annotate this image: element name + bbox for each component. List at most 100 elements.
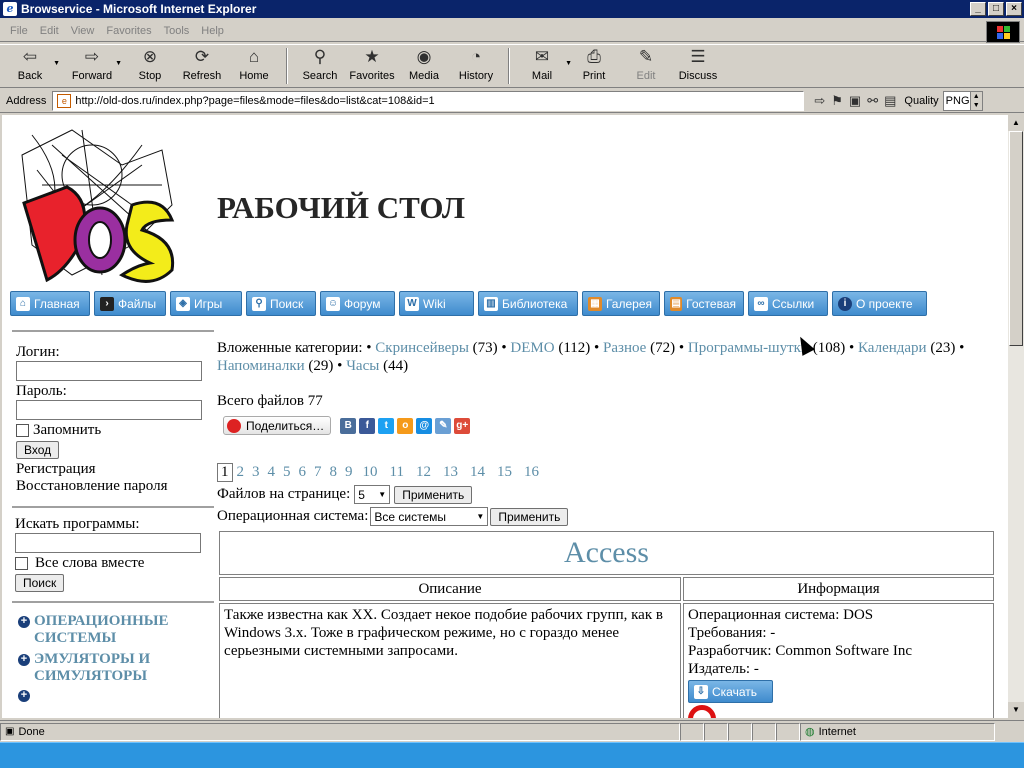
discuss-button[interactable]: ☰ Discuss <box>672 46 724 86</box>
nav-games[interactable]: ◈ Игры <box>170 291 242 316</box>
page-link[interactable]: 7 <box>310 464 326 481</box>
per-page-select[interactable]: 5 ▼ <box>354 485 391 504</box>
menu-edit[interactable]: Edit <box>34 25 65 37</box>
address-input[interactable]: e http://old-dos.ru/index.php?page=files… <box>52 90 805 111</box>
refresh-button[interactable]: ⟳ Refresh <box>176 46 228 86</box>
scroll-up-icon[interactable]: ▲ <box>1008 115 1024 131</box>
download-button[interactable]: ⇩ Скачать <box>688 680 773 703</box>
register-link[interactable]: Регистрация <box>16 461 214 478</box>
page-link[interactable]: 14 <box>464 464 491 481</box>
mailru-icon[interactable]: @ <box>416 417 433 434</box>
search-input[interactable] <box>15 533 201 553</box>
nav-files[interactable]: › Файлы <box>94 291 166 316</box>
binoculars-icon[interactable]: ⚯ <box>867 93 878 109</box>
bookmark-icon[interactable]: ⚑ <box>831 93 843 109</box>
subcat-link[interactable]: Напоминалки <box>217 358 305 374</box>
page-link[interactable]: 12 <box>410 464 437 481</box>
favorites-button[interactable]: ★ Favorites <box>346 46 398 86</box>
page-link[interactable]: 9 <box>341 464 357 481</box>
password-input[interactable] <box>16 400 202 420</box>
subcat-link[interactable]: Программы-шутки <box>688 340 809 356</box>
page-link-current[interactable]: 1 <box>217 463 233 482</box>
link-icon: ∞ <box>754 296 768 311</box>
category-emulators[interactable]: + ЭМУЛЯТОРЫ И СИМУЛЯТОРЫ <box>18 651 214 685</box>
category-next[interactable]: + <box>18 687 214 702</box>
subcat-link[interactable]: Календари <box>858 340 927 356</box>
page-link[interactable]: 16 <box>518 464 545 481</box>
login-button[interactable]: Вход <box>16 441 60 459</box>
menu-favorites[interactable]: Favorites <box>100 25 157 37</box>
search-button[interactable]: Поиск <box>15 574 65 592</box>
page-link[interactable]: 4 <box>264 464 280 481</box>
menu-view[interactable]: View <box>65 25 101 37</box>
subcat-link[interactable]: Скринсейверы <box>375 340 469 356</box>
nav-links[interactable]: ∞ Ссылки <box>748 291 828 316</box>
page-link[interactable]: 6 <box>295 464 311 481</box>
page-link[interactable]: 5 <box>279 464 295 481</box>
forward-button[interactable]: ⇨ Forward ▼ <box>66 46 122 86</box>
nav-wiki[interactable]: W Wiki <box>399 291 474 316</box>
close-button[interactable]: × <box>1006 2 1022 16</box>
os-filter-select[interactable]: Все системы ▼ <box>370 507 489 526</box>
page-link[interactable]: 8 <box>326 464 342 481</box>
maximize-button[interactable]: □ <box>988 2 1004 16</box>
page-link[interactable]: 15 <box>491 464 518 481</box>
subcat-link[interactable]: Часы <box>346 358 379 374</box>
remember-checkbox[interactable] <box>16 424 29 437</box>
livejournal-icon[interactable]: ✎ <box>435 417 452 434</box>
mail-button[interactable]: ✉ Mail ▼ <box>516 46 572 86</box>
login-input[interactable] <box>16 361 202 381</box>
vk-icon[interactable]: B <box>340 417 357 434</box>
media-button[interactable]: ◉ Media <box>398 46 450 86</box>
per-page-apply-button[interactable]: Применить <box>394 485 473 504</box>
print-button[interactable]: ⎙ Print <box>568 46 620 86</box>
page-view-icon[interactable]: ▣ <box>849 93 861 109</box>
go-arrow-icon[interactable]: ⇨ <box>814 93 825 109</box>
file-name[interactable]: Access <box>219 531 994 575</box>
share-button[interactable]: Поделиться… <box>223 416 332 435</box>
quality-spinner-icon[interactable]: ▲ ▼ <box>969 91 982 110</box>
facebook-icon[interactable]: f <box>359 417 376 434</box>
nav-forum[interactable]: ☺ Форум <box>320 291 395 316</box>
nav-guestbook[interactable]: ▤ Гостевая <box>664 291 744 316</box>
nav-home[interactable]: ⌂ Главная <box>10 291 90 316</box>
expand-icon[interactable]: + <box>18 616 30 628</box>
menu-file[interactable]: File <box>4 25 34 37</box>
category-os[interactable]: + ОПЕРАЦИОННЫЕ СИСТЕМЫ <box>18 613 214 647</box>
page-link[interactable]: 13 <box>437 464 464 481</box>
expand-icon[interactable]: + <box>18 654 30 666</box>
page-link[interactable]: 3 <box>248 464 264 481</box>
forward-dropdown-icon[interactable]: ▼ <box>115 60 122 67</box>
back-dropdown-icon[interactable]: ▼ <box>53 60 60 67</box>
menu-tools[interactable]: Tools <box>158 25 196 37</box>
menu-help[interactable]: Help <box>195 25 230 37</box>
nav-gallery[interactable]: ▦ Галерея <box>582 291 660 316</box>
vertical-scrollbar[interactable]: ▲ ▼ <box>1008 115 1024 718</box>
page-link[interactable]: 10 <box>357 464 384 481</box>
history-button[interactable]: ◔ History <box>450 46 502 86</box>
restore-password-link[interactable]: Восстановление пароля <box>16 478 214 495</box>
quality-select[interactable]: PNG ▲ ▼ <box>942 90 983 111</box>
clipboard-icon[interactable]: ▤ <box>884 93 896 109</box>
back-button[interactable]: ⇦ Back ▼ <box>4 46 60 86</box>
odnoklassniki-icon[interactable]: o <box>397 417 414 434</box>
search-button[interactable]: ⚲ Search <box>294 46 346 86</box>
subcat-link[interactable]: DEMO <box>510 340 554 356</box>
twitter-icon[interactable]: t <box>378 417 395 434</box>
edit-button[interactable]: ✎ Edit <box>620 46 672 86</box>
scroll-down-icon[interactable]: ▼ <box>1008 702 1024 718</box>
page-link[interactable]: 11 <box>384 464 410 481</box>
subcat-link[interactable]: Разное <box>603 340 646 356</box>
googleplus-icon[interactable]: g+ <box>454 417 471 434</box>
os-filter-apply-button[interactable]: Применить <box>490 507 569 526</box>
nav-search[interactable]: ⚲ Поиск <box>246 291 316 316</box>
home-button[interactable]: ⌂ Home <box>228 46 280 86</box>
scroll-thumb[interactable] <box>1009 131 1023 346</box>
stop-button[interactable]: ⊗ Stop <box>124 46 176 86</box>
all-words-checkbox[interactable] <box>15 557 28 570</box>
nav-about[interactable]: iО проекте <box>832 291 927 316</box>
minimize-button[interactable]: _ <box>970 2 986 16</box>
expand-icon[interactable]: + <box>18 690 30 702</box>
nav-library[interactable]: ▥ Библиотека <box>478 291 578 316</box>
page-link[interactable]: 2 <box>233 464 249 481</box>
